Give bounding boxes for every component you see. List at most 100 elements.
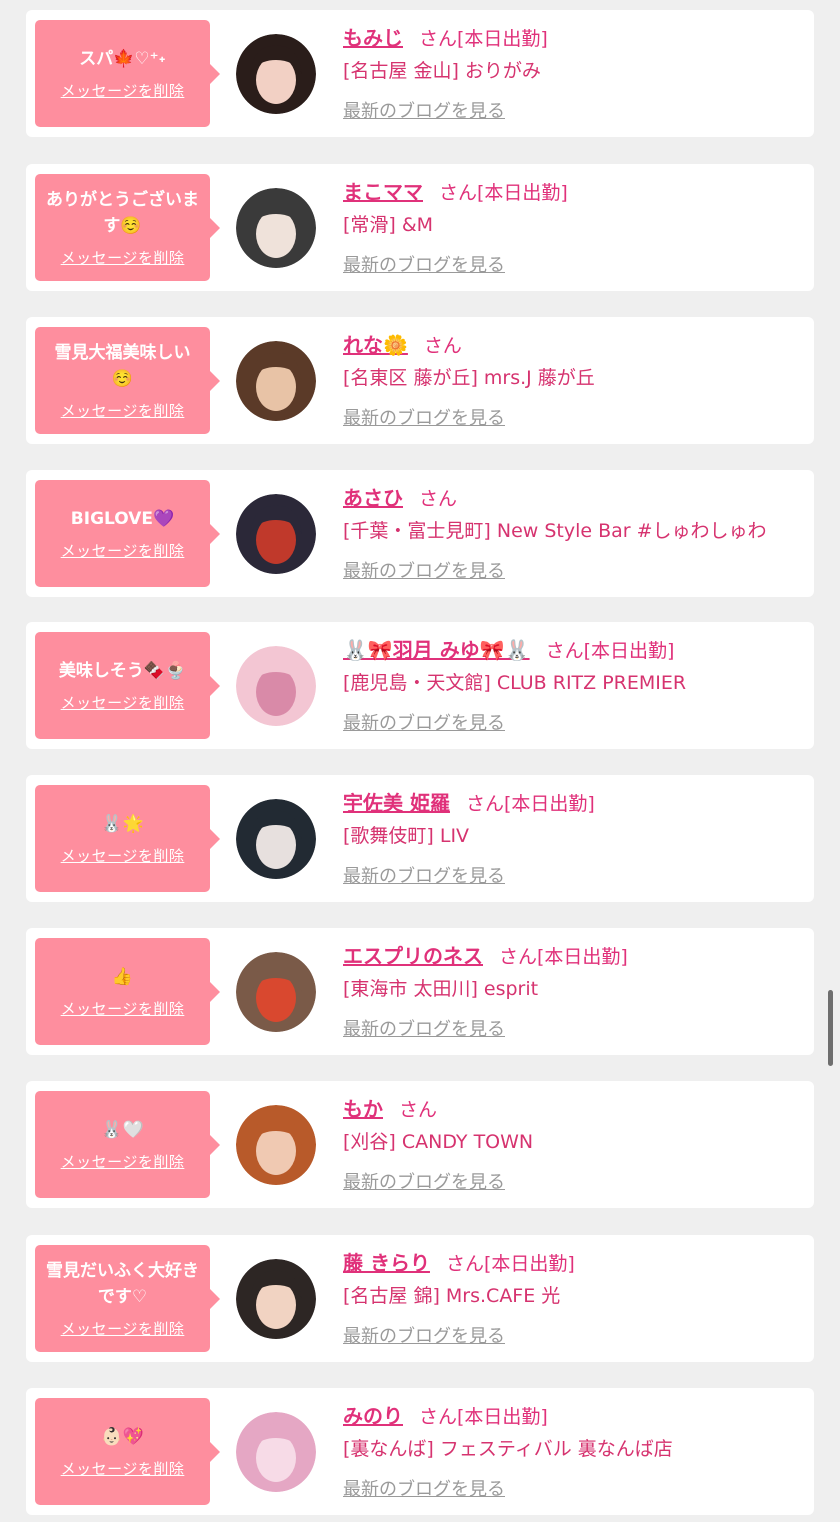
avatar[interactable]: [236, 952, 316, 1032]
latest-blog-link[interactable]: 最新のブログを見る: [343, 251, 804, 277]
message-text: 雪見だいふく大好きです♡: [46, 1261, 199, 1307]
latest-blog-link[interactable]: 最新のブログを見る: [343, 1475, 804, 1501]
scrollbar[interactable]: [828, 990, 833, 1066]
message-card: 美味しそう🍫🍨 メッセージを削除 🐰🎀羽月 みゆ🎀🐰 さん[本日出勤] [鹿児島・…: [26, 622, 814, 749]
honorific: さん: [399, 1099, 438, 1121]
latest-blog-link[interactable]: 最新のブログを見る: [343, 404, 804, 430]
message-card: 🐰🌟 メッセージを削除 宇佐美 姫羅 さん[本日出勤] [歌舞伎町] LIV 最新…: [26, 775, 814, 902]
today-status: [本日出勤]: [503, 793, 595, 815]
cast-name-link[interactable]: れな🌼: [343, 333, 408, 357]
delete-message-link[interactable]: メッセージを削除: [61, 692, 185, 713]
name-line: みのり さん[本日出勤]: [343, 1400, 804, 1428]
shop-info: [歌舞伎町] LIV: [343, 825, 470, 847]
name-line: 宇佐美 姫羅 さん[本日出勤]: [343, 787, 804, 815]
message-bubble: 美味しそう🍫🍨 メッセージを削除: [35, 632, 220, 739]
honorific: さん: [465, 793, 504, 815]
message-card: 👶🏻💖 メッセージを削除 みのり さん[本日出勤] [裏なんば] フェスティバル …: [26, 1388, 814, 1515]
message-bubble: スパ🍁♡⁺˖ メッセージを削除: [35, 20, 220, 127]
avatar[interactable]: [236, 1412, 316, 1492]
profile-info: エスプリのネス さん[本日出勤] [東海市 太田川] esprit 最新のブログを…: [343, 940, 804, 1041]
shop-info: [名古屋 金山] おりがみ: [343, 60, 541, 82]
message-text: 🐰🌟: [101, 814, 144, 834]
cast-name-link[interactable]: みのり: [343, 1404, 403, 1428]
latest-blog-link[interactable]: 最新のブログを見る: [343, 1322, 804, 1348]
latest-blog-link[interactable]: 最新のブログを見る: [343, 1015, 804, 1041]
avatar-image: [236, 799, 316, 879]
shop-info: [名東区 藤が丘] mrs.J 藤が丘: [343, 367, 595, 389]
latest-blog-link[interactable]: 最新のブログを見る: [343, 709, 804, 735]
honorific: さん: [419, 28, 458, 50]
message-bubble: 🐰🤍 メッセージを削除: [35, 1091, 220, 1198]
profile-info: 藤 きらり さん[本日出勤] [名古屋 錦] Mrs.CAFE 光 最新のブログを…: [343, 1247, 804, 1348]
avatar-image: [236, 188, 316, 268]
cast-name-link[interactable]: 🐰🎀羽月 みゆ🎀🐰: [343, 638, 530, 662]
cast-name-link[interactable]: 藤 きらり: [343, 1251, 430, 1275]
message-bubble: 👶🏻💖 メッセージを削除: [35, 1398, 220, 1505]
today-status: [本日出勤]: [457, 1406, 548, 1428]
name-line: 🐰🎀羽月 みゆ🎀🐰 さん[本日出勤]: [343, 634, 804, 662]
today-status: [本日出勤]: [583, 640, 675, 662]
message-card: ありがとうございます☺️ メッセージを削除 まこママ さん[本日出勤] [常滑] …: [26, 164, 814, 291]
message-bubble: BIGLOVE💜 メッセージを削除: [35, 480, 220, 587]
name-line: もみじ さん[本日出勤]: [343, 22, 804, 50]
delete-message-link[interactable]: メッセージを削除: [61, 1151, 185, 1172]
avatar-image: [236, 1105, 316, 1185]
message-card: 👍 メッセージを削除 エスプリのネス さん[本日出勤] [東海市 太田川] esp…: [26, 928, 814, 1055]
honorific: さん: [445, 1253, 484, 1275]
profile-info: 宇佐美 姫羅 さん[本日出勤] [歌舞伎町] LIV 最新のブログを見る: [343, 787, 804, 888]
shop-info: [名古屋 錦] Mrs.CAFE 光: [343, 1285, 561, 1307]
cast-name-link[interactable]: 宇佐美 姫羅: [343, 791, 450, 815]
delete-message-link[interactable]: メッセージを削除: [61, 1458, 185, 1479]
cast-name-link[interactable]: エスプリのネス: [343, 944, 483, 968]
delete-message-link[interactable]: メッセージを削除: [61, 400, 185, 421]
message-bubble: ありがとうございます☺️ メッセージを削除: [35, 174, 220, 281]
message-text: スパ🍁♡⁺˖: [79, 49, 166, 69]
shop-info: [東海市 太田川] esprit: [343, 978, 539, 1000]
today-status: [本日出勤]: [457, 28, 548, 50]
avatar[interactable]: [236, 1259, 316, 1339]
avatar[interactable]: [236, 494, 316, 574]
avatar[interactable]: [236, 341, 316, 421]
delete-message-link[interactable]: メッセージを削除: [61, 998, 185, 1019]
shop-info: [刈谷] CANDY TOWN: [343, 1131, 534, 1153]
honorific: さん: [419, 1406, 458, 1428]
today-status: [本日出勤]: [537, 946, 628, 968]
avatar-image: [236, 494, 316, 574]
name-line: 藤 きらり さん[本日出勤]: [343, 1247, 804, 1275]
delete-message-link[interactable]: メッセージを削除: [61, 80, 185, 101]
profile-info: れな🌼 さん [名東区 藤が丘] mrs.J 藤が丘 最新のブログを見る: [343, 329, 804, 430]
today-status: [本日出勤]: [477, 182, 568, 204]
delete-message-link[interactable]: メッセージを削除: [61, 1318, 185, 1339]
latest-blog-link[interactable]: 最新のブログを見る: [343, 557, 804, 583]
message-card: 🐰🤍 メッセージを削除 もか さん [刈谷] CANDY TOWN 最新のブログを…: [26, 1081, 814, 1208]
cast-name-link[interactable]: もか: [343, 1097, 383, 1121]
delete-message-link[interactable]: メッセージを削除: [61, 540, 185, 561]
cast-name-link[interactable]: もみじ: [343, 26, 403, 50]
avatar[interactable]: [236, 1105, 316, 1185]
latest-blog-link[interactable]: 最新のブログを見る: [343, 97, 804, 123]
honorific: さん: [545, 640, 584, 662]
shop-info: [裏なんば] フェスティバル 裏なんば店: [343, 1438, 673, 1460]
cast-name-link[interactable]: あさひ: [343, 486, 403, 510]
delete-message-link[interactable]: メッセージを削除: [61, 845, 185, 866]
avatar[interactable]: [236, 799, 316, 879]
profile-info: あさひ さん [千葉・富士見町] New Style Bar #しゅわしゅわ 最新…: [343, 482, 804, 583]
avatar[interactable]: [236, 188, 316, 268]
shop-info: [千葉・富士見町] New Style Bar #しゅわしゅわ: [343, 520, 767, 542]
message-text: 🐰🤍: [101, 1120, 144, 1140]
honorific: さん: [419, 488, 458, 510]
latest-blog-link[interactable]: 最新のブログを見る: [343, 862, 804, 888]
message-card: 雪見大福美味しい☺️ メッセージを削除 れな🌼 さん [名東区 藤が丘] mrs.…: [26, 317, 814, 444]
avatar[interactable]: [236, 646, 316, 726]
latest-blog-link[interactable]: 最新のブログを見る: [343, 1168, 804, 1194]
delete-message-link[interactable]: メッセージを削除: [61, 247, 185, 268]
today-status: [本日出勤]: [483, 1253, 575, 1275]
message-text: ありがとうございます☺️: [46, 190, 199, 236]
message-text: BIGLOVE💜: [70, 509, 175, 529]
avatar-image: [236, 1259, 316, 1339]
shop-info: [鹿児島・天文館] CLUB RITZ PREMIER: [343, 672, 687, 694]
avatar-image: [236, 952, 316, 1032]
cast-name-link[interactable]: まこママ: [343, 180, 423, 204]
avatar[interactable]: [236, 34, 316, 114]
message-bubble: 🐰🌟 メッセージを削除: [35, 785, 220, 892]
